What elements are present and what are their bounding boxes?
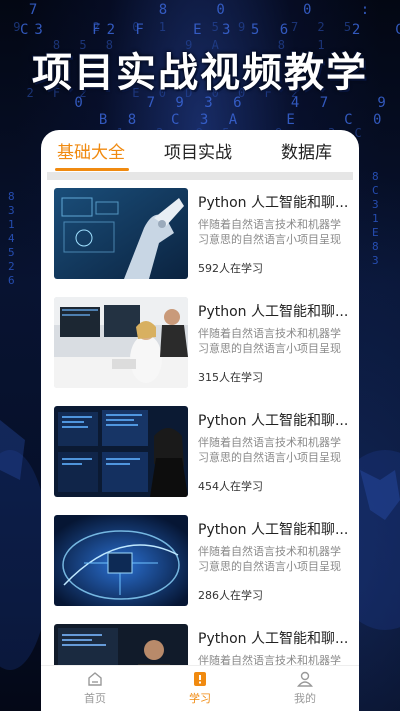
course-thumbnail bbox=[54, 515, 188, 606]
tab-divider bbox=[47, 172, 353, 180]
course-item[interactable]: Python 人工智能和聊... 伴随着自然语言技术和机器学习意思的自然语言小项… bbox=[41, 398, 359, 498]
course-description: 伴随着自然语言技术和机器学习意思的自然语言小项目呈现在大 bbox=[198, 545, 341, 573]
nav-label: 学习 bbox=[189, 692, 211, 705]
course-description: 伴随着自然语言技术和机器学习意思的自然语言小项目呈现在大 bbox=[198, 218, 341, 246]
active-tab-indicator bbox=[55, 168, 129, 171]
course-item[interactable]: Python 人工智能和聊... 伴随着自然语言技术和机器学习意思的自然语言小项… bbox=[41, 289, 359, 389]
course-thumbnail bbox=[54, 297, 188, 388]
course-item[interactable]: Python 人工智能和聊... 伴随着自然语言技术和机器学习意思的自然语言小项… bbox=[41, 507, 359, 607]
learner-count: 286人在学习 bbox=[198, 589, 263, 602]
book-icon bbox=[194, 672, 206, 686]
tab-database[interactable]: 数据库 bbox=[281, 138, 332, 163]
category-tabs: 基础大全 项目实战 数据库 bbox=[41, 130, 359, 174]
course-description: 伴随着自然语言技术和机器学习意思的自然语言小项目呈现在大 bbox=[198, 436, 341, 464]
page-headline: 项目实战视频教学 bbox=[32, 50, 368, 96]
tab-projects[interactable]: 项目实战 bbox=[164, 138, 232, 163]
nav-study[interactable]: 学习 bbox=[170, 670, 230, 706]
home-icon bbox=[88, 672, 102, 686]
user-icon bbox=[297, 671, 313, 687]
bottom-navigation: 首页 学习 我的 bbox=[41, 665, 359, 711]
tab-basics[interactable]: 基础大全 bbox=[57, 138, 125, 163]
nav-home[interactable]: 首页 bbox=[65, 670, 125, 706]
course-title: Python 人工智能和聊... bbox=[198, 413, 349, 429]
nav-mine[interactable]: 我的 bbox=[275, 670, 335, 706]
course-title: Python 人工智能和聊... bbox=[198, 522, 349, 538]
learner-count: 454人在学习 bbox=[198, 480, 263, 493]
course-thumbnail bbox=[54, 188, 188, 279]
course-title: Python 人工智能和聊... bbox=[198, 195, 349, 211]
course-description: 伴随着自然语言技术和机器学习意思的自然语言小项目呈现在大 bbox=[198, 327, 341, 355]
course-item[interactable]: Python 人工智能和聊... 伴随着自然语言技术和机器学习意思的自然语言小项… bbox=[41, 180, 359, 280]
course-thumbnail bbox=[54, 406, 188, 497]
learner-count: 315人在学习 bbox=[198, 371, 263, 384]
app-screen: 基础大全 项目实战 数据库 Python 人工智能和聊... 伴随着自然语言技术… bbox=[41, 130, 359, 711]
learner-count: 592人在学习 bbox=[198, 262, 263, 275]
nav-label: 我的 bbox=[294, 692, 316, 705]
nav-label: 首页 bbox=[84, 692, 106, 705]
course-title: Python 人工智能和聊... bbox=[198, 304, 349, 320]
course-title: Python 人工智能和聊... bbox=[198, 631, 349, 647]
